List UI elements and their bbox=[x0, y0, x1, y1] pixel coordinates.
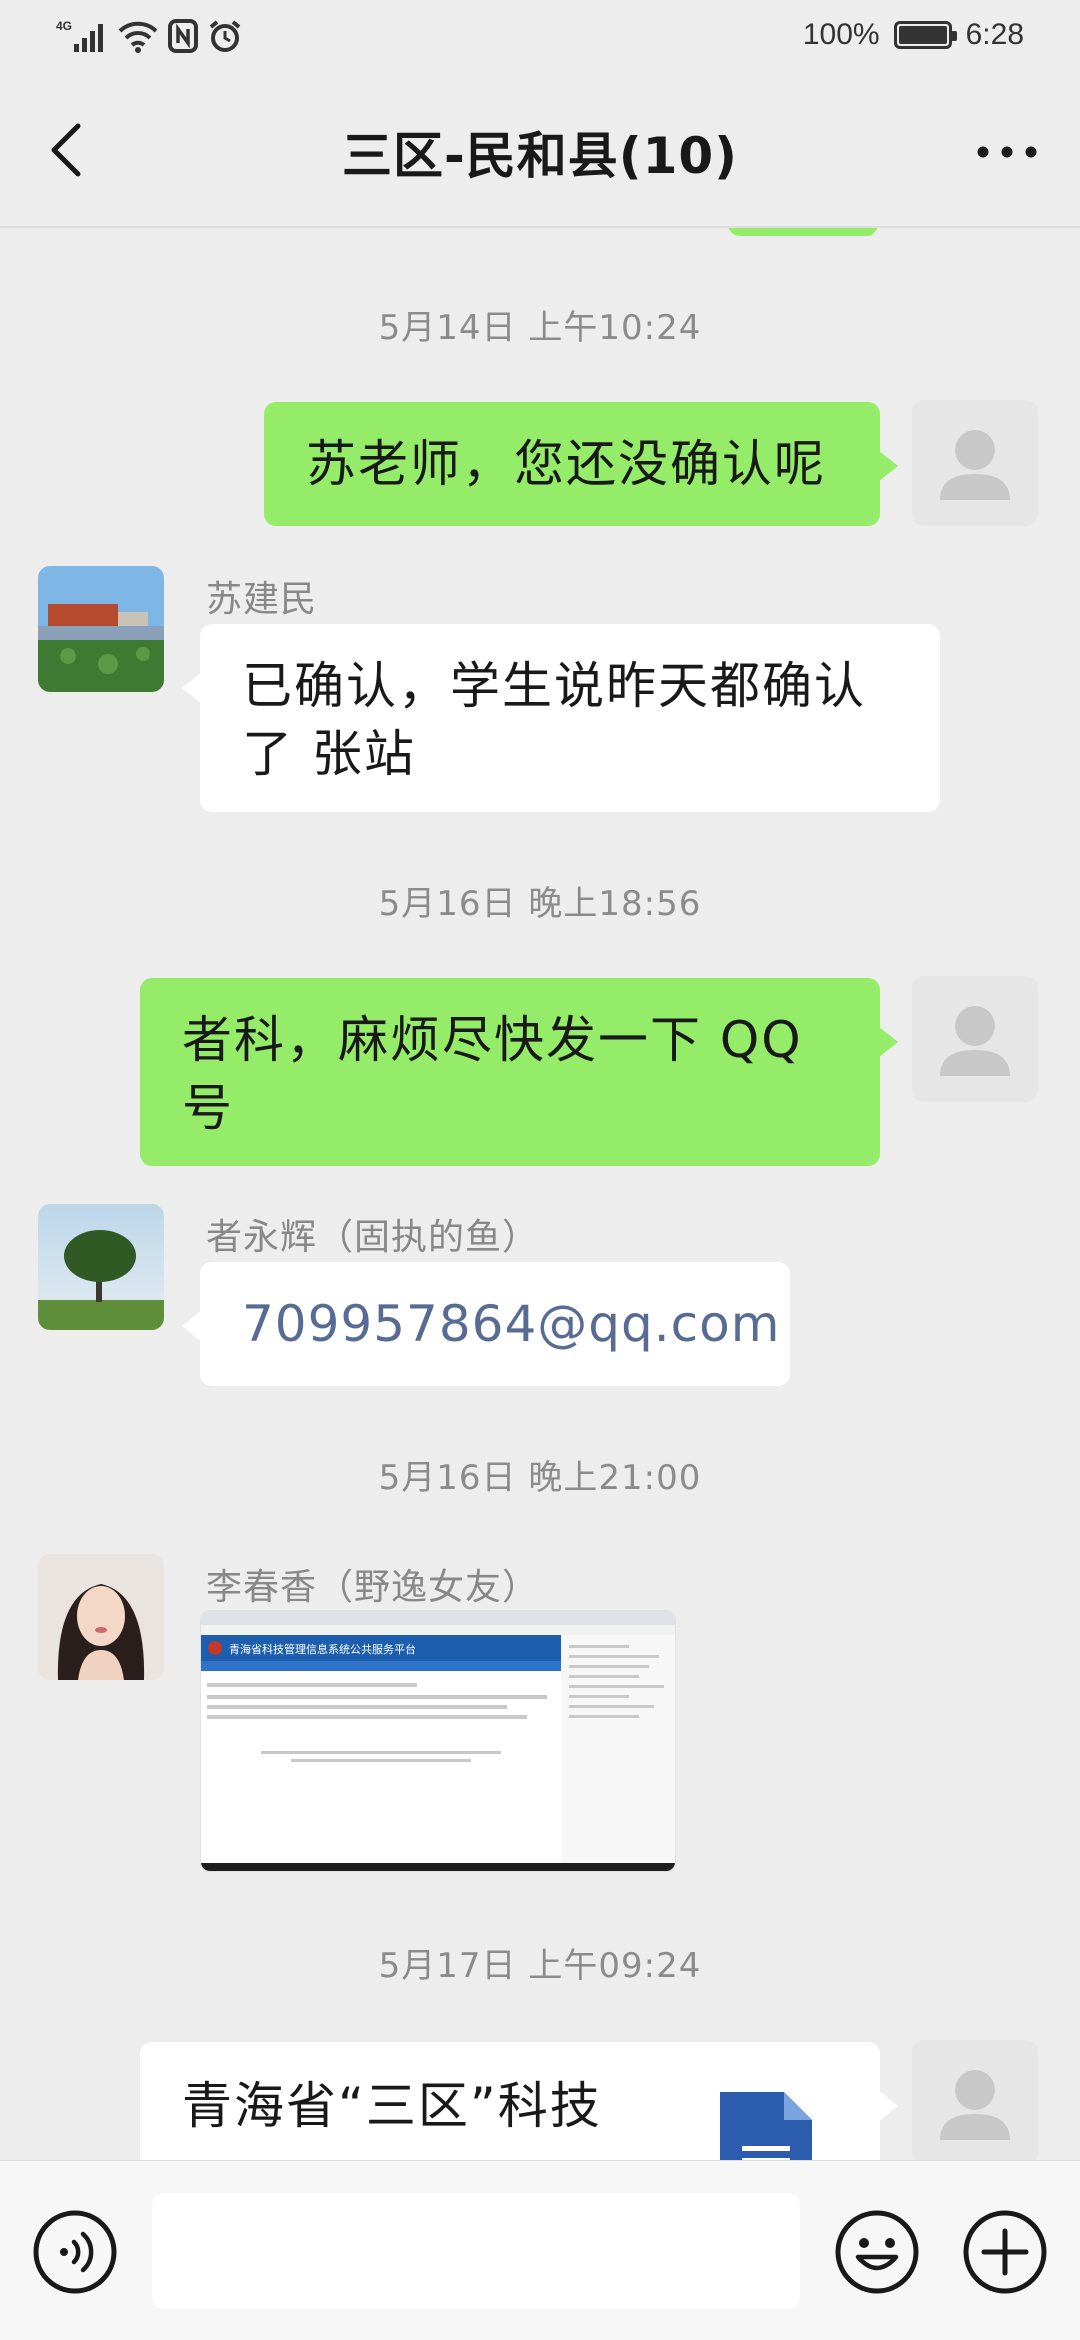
image-message[interactable]: 青海省科技管理信息系统公共服务平台 bbox=[200, 1610, 676, 1872]
message-text: 者科，麻烦尽快发一下 QQ号 bbox=[182, 1011, 803, 1137]
plus-icon[interactable] bbox=[962, 2209, 1048, 2295]
message-input[interactable] bbox=[152, 2193, 800, 2309]
battery-icon bbox=[893, 21, 957, 49]
timestamp: 5月14日 上午10:24 bbox=[378, 308, 702, 348]
sender-name: 李春香（野逸女友） bbox=[206, 1567, 540, 1608]
more-dots-icon[interactable] bbox=[972, 122, 1042, 182]
wifi-icon bbox=[118, 21, 158, 53]
input-bar bbox=[0, 2160, 1080, 2340]
network-type: 4G bbox=[56, 19, 72, 33]
emoji-icon[interactable] bbox=[834, 2209, 920, 2295]
status-bar: 4G 100% 6:28 bbox=[0, 0, 1080, 76]
file-name: 青海省“三区”科技 bbox=[182, 2077, 602, 2135]
file-message[interactable]: 青海省“三区”科技 bbox=[140, 2042, 898, 2160]
word-document-icon bbox=[720, 2092, 812, 2160]
timestamp: 5月16日 晚上18:56 bbox=[378, 884, 702, 924]
avatar-lichunxiang[interactable] bbox=[38, 1554, 164, 1680]
tree-photo-icon bbox=[38, 1204, 164, 1330]
sender-name: 苏建民 bbox=[206, 579, 318, 620]
voice-icon[interactable] bbox=[32, 2209, 118, 2295]
previous-message-bubble[interactable] bbox=[728, 228, 878, 236]
message-list[interactable]: 5月14日 上午10:24 苏老师，您还没确认呢 苏建民 已确认，学生说昨天都确… bbox=[0, 228, 1080, 2160]
avatar-self[interactable] bbox=[912, 400, 1038, 526]
message-bubble-self[interactable]: 者科，麻烦尽快发一下 QQ号 bbox=[140, 978, 898, 1166]
chat-header: 三区-民和县(10) bbox=[0, 76, 1080, 226]
message-bubble-self[interactable]: 苏老师，您还没确认呢 bbox=[264, 402, 898, 526]
battery-level bbox=[898, 26, 947, 44]
default-user-icon bbox=[940, 1006, 1010, 1076]
chevron-left-icon[interactable] bbox=[40, 120, 100, 180]
thumbnail-banner: 青海省科技管理信息系统公共服务平台 bbox=[229, 1642, 416, 1656]
message-text: 已确认，学生说昨天都确认了 张站 bbox=[242, 657, 866, 783]
nfc-icon bbox=[168, 19, 198, 53]
battery-percent: 100% bbox=[802, 18, 880, 51]
avatar-sujianmin[interactable] bbox=[38, 566, 164, 692]
portrait-photo-icon bbox=[38, 1554, 164, 1680]
sender-name: 者永辉（固执的鱼） bbox=[206, 1217, 540, 1258]
alarm-icon bbox=[209, 20, 241, 52]
avatar-self[interactable] bbox=[912, 2040, 1038, 2160]
default-user-icon bbox=[940, 430, 1010, 500]
campus-photo-icon bbox=[38, 566, 164, 692]
timestamp: 5月17日 上午09:24 bbox=[378, 1946, 702, 1986]
email-link[interactable]: 709957864@qq.com bbox=[242, 1295, 780, 1353]
message-text: 苏老师，您还没确认呢 bbox=[306, 435, 826, 493]
signal-icon: 4G bbox=[56, 19, 103, 52]
default-user-icon bbox=[940, 2070, 1010, 2140]
message-bubble-other[interactable]: 709957864@qq.com bbox=[182, 1262, 790, 1386]
avatar-zheyonghui[interactable] bbox=[38, 1204, 164, 1330]
chat-title: 三区-民和县(10) bbox=[341, 127, 739, 185]
timestamp: 5月16日 晚上21:00 bbox=[378, 1458, 702, 1498]
clock: 6:28 bbox=[965, 18, 1024, 51]
screenshot-thumbnail: 青海省科技管理信息系统公共服务平台 bbox=[201, 1611, 675, 1871]
message-bubble-other[interactable]: 已确认，学生说昨天都确认了 张站 bbox=[182, 624, 940, 812]
avatar-self[interactable] bbox=[912, 976, 1038, 1102]
status-left: 4G bbox=[56, 18, 242, 54]
status-right: 100% 6:28 bbox=[803, 18, 1024, 52]
